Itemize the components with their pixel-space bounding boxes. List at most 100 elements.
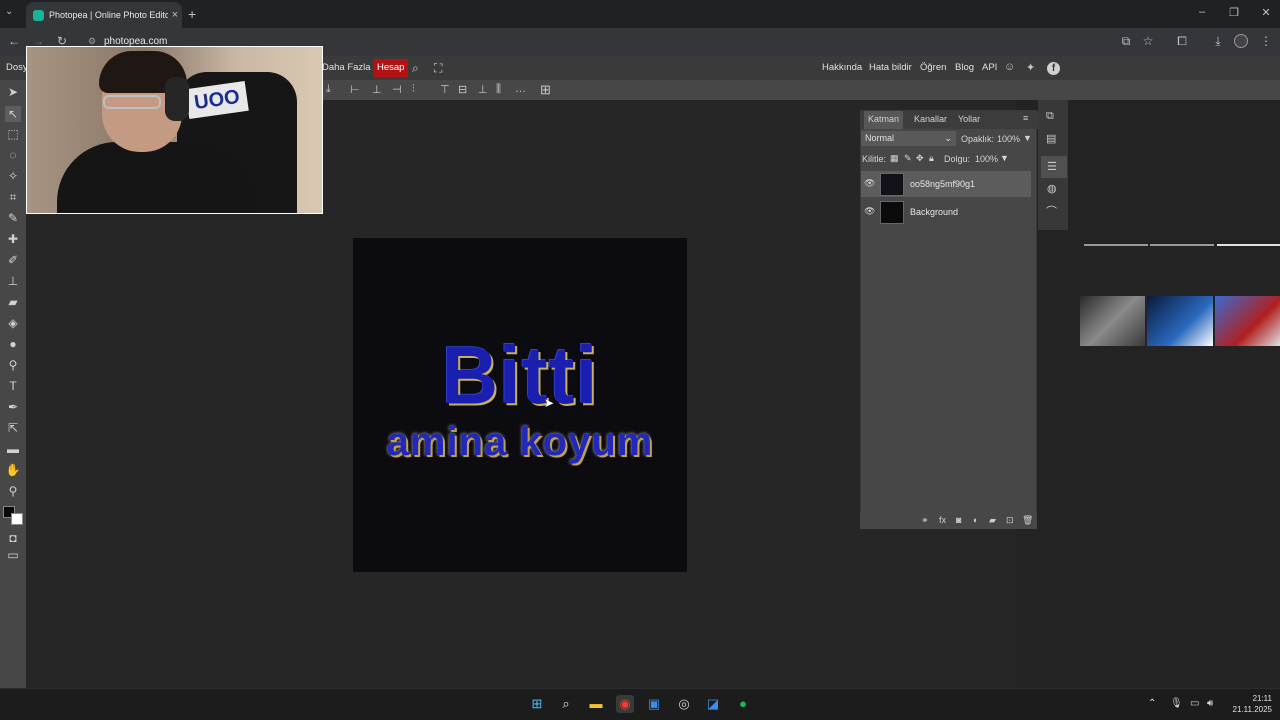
- ad-image[interactable]: [1214, 296, 1280, 346]
- profile-avatar[interactable]: [1234, 34, 1248, 48]
- paths-panel-icon[interactable]: ⌒: [1046, 203, 1057, 219]
- panel-menu-icon[interactable]: ≡: [1023, 113, 1028, 123]
- marquee-tool-icon[interactable]: ⬚: [5, 126, 21, 142]
- bookmark-star-icon[interactable]: ☆: [1140, 34, 1156, 48]
- search-icon[interactable]: ⌕: [412, 61, 419, 76]
- move-tool-icon[interactable]: ➤: [5, 84, 21, 100]
- minimize-icon[interactable]: –: [1194, 6, 1210, 18]
- file-explorer-icon[interactable]: ▬: [587, 695, 605, 713]
- slider-track[interactable]: [1084, 244, 1148, 246]
- delete-layer-icon[interactable]: 🗑︎: [1022, 515, 1033, 526]
- distribute-icon[interactable]: ⫶: [412, 83, 415, 96]
- lock-all-icon[interactable]: 🔒︎: [929, 153, 934, 164]
- fill-value[interactable]: 100%: [975, 154, 998, 164]
- lock-position-icon[interactable]: ✥: [916, 153, 924, 164]
- type-tool-icon[interactable]: T: [5, 378, 21, 394]
- new-tab-button[interactable]: +: [188, 6, 196, 22]
- ad-banner[interactable]: [1080, 296, 1280, 346]
- tray-chevron-icon[interactable]: ⌃: [1148, 698, 1156, 709]
- menu-file[interactable]: Dosy: [6, 62, 28, 73]
- start-icon[interactable]: ⊞: [528, 695, 546, 713]
- browser-tab[interactable]: Photopea | Online Photo Editor ×: [26, 2, 182, 28]
- back-icon[interactable]: ←: [6, 34, 22, 48]
- menu-blog[interactable]: Blog: [955, 62, 974, 73]
- layer-row[interactable]: 👁︎ Background: [861, 199, 1031, 225]
- facebook-icon[interactable]: f: [1047, 62, 1060, 75]
- adjustment-layer-icon[interactable]: ◐: [973, 515, 978, 525]
- visibility-eye-icon[interactable]: 👁︎: [864, 206, 875, 217]
- align-center-icon[interactable]: ⊥: [372, 83, 382, 96]
- eraser-tool-icon[interactable]: ▰: [5, 294, 21, 310]
- dodge-tool-icon[interactable]: ⚲: [5, 357, 21, 373]
- restore-icon[interactable]: ❐: [1226, 6, 1242, 19]
- opacity-value[interactable]: 100%: [997, 134, 1020, 144]
- layer-row[interactable]: 👁︎ oo58ng5mf90g1: [861, 171, 1031, 197]
- shape-tool-icon[interactable]: ▬: [5, 441, 21, 457]
- blur-tool-icon[interactable]: ●: [5, 336, 21, 352]
- lock-transparency-icon[interactable]: ▦: [890, 153, 899, 164]
- menu-report-bug[interactable]: Hata bildir: [869, 62, 912, 73]
- zoom-tool-icon[interactable]: ⚲: [5, 483, 21, 499]
- download-icon[interactable]: ⤓: [1210, 34, 1226, 49]
- microphone-icon[interactable]: 🎙︎: [1170, 698, 1183, 709]
- eyedropper-icon[interactable]: ✎: [5, 210, 21, 226]
- install-app-icon[interactable]: ⧉: [1118, 34, 1134, 49]
- link-layers-icon[interactable]: ⚭: [921, 515, 929, 526]
- quick-mask-icon[interactable]: ◘: [5, 530, 21, 546]
- select-tool-icon[interactable]: ↖: [5, 106, 21, 122]
- lock-pixels-icon[interactable]: ✎: [904, 153, 912, 164]
- search-icon[interactable]: ⌕: [557, 695, 575, 713]
- close-tab-icon[interactable]: ×: [168, 9, 182, 21]
- more-options-icon[interactable]: …: [515, 83, 526, 95]
- history-panel-icon[interactable]: ⧉: [1046, 110, 1054, 123]
- menu-api[interactable]: API: [982, 62, 997, 73]
- menu-about[interactable]: Hakkında: [822, 62, 862, 73]
- document-image[interactable]: Bitti amina koyum: [353, 238, 687, 572]
- new-layer-icon[interactable]: ⊡: [1006, 515, 1014, 526]
- spotify-icon[interactable]: ●: [734, 695, 752, 713]
- screen-mode-icon[interactable]: ▭: [5, 547, 21, 563]
- blend-mode-select[interactable]: Normal ⌄: [861, 131, 956, 146]
- account-button[interactable]: Hesap: [373, 59, 409, 77]
- healing-brush-icon[interactable]: ✚: [5, 231, 21, 247]
- grid-icon[interactable]: ⊞: [540, 82, 551, 98]
- align-right-icon[interactable]: ⊣: [392, 83, 402, 96]
- slider-track[interactable]: [1150, 244, 1214, 246]
- hand-tool-icon[interactable]: ✋: [5, 462, 21, 478]
- twitter-icon[interactable]: ✦: [1026, 61, 1035, 74]
- brush-tool-icon[interactable]: ✐: [5, 252, 21, 268]
- align-bottom-icon[interactable]: ⊥: [478, 83, 488, 96]
- ad-image[interactable]: [1147, 296, 1213, 346]
- align-top-icon[interactable]: ⊤: [440, 83, 450, 96]
- background-color-swatch[interactable]: [11, 513, 23, 525]
- extensions-icon[interactable]: ⧠: [1174, 34, 1190, 49]
- new-group-icon[interactable]: ▰: [989, 515, 996, 526]
- close-window-icon[interactable]: ✕: [1258, 6, 1274, 19]
- lasso-tool-icon[interactable]: ◌: [5, 147, 21, 163]
- path-select-icon[interactable]: ⇱: [5, 420, 21, 436]
- opacity-dropdown-icon[interactable]: ▼: [1023, 133, 1032, 143]
- slider-track-active[interactable]: [1217, 244, 1280, 246]
- tab-search-icon[interactable]: ⌄: [5, 6, 13, 17]
- tab-paths[interactable]: Yollar: [958, 114, 980, 124]
- ad-image[interactable]: [1080, 296, 1146, 346]
- paint-bucket-icon[interactable]: ◈: [5, 315, 21, 331]
- menu-learn[interactable]: Öğren: [920, 62, 946, 73]
- obs-icon[interactable]: ◎: [675, 695, 693, 713]
- align-left-icon[interactable]: ⊢: [350, 83, 360, 96]
- photos-icon[interactable]: ▣: [645, 695, 663, 713]
- magic-wand-icon[interactable]: ✧: [5, 168, 21, 184]
- layer-style-icon[interactable]: fx: [939, 515, 946, 525]
- more-menu-icon[interactable]: ⋮: [1258, 34, 1274, 48]
- reddit-icon[interactable]: ☺: [1004, 61, 1015, 73]
- distribute-spacing-icon[interactable]: ⫼: [496, 83, 501, 96]
- chrome-icon[interactable]: ◉: [616, 695, 634, 713]
- volume-icon[interactable]: 🔊︎: [1207, 698, 1213, 709]
- fullscreen-icon[interactable]: ⛶: [434, 61, 442, 76]
- tab-channels[interactable]: Kanallar: [914, 114, 947, 124]
- fill-dropdown-icon[interactable]: ▼: [1000, 153, 1009, 163]
- stamp-tool-icon[interactable]: ⊥: [5, 273, 21, 289]
- layer-mask-icon[interactable]: ◙: [956, 515, 961, 525]
- align-middle-icon[interactable]: ⊟: [458, 83, 467, 96]
- crop-tool-icon[interactable]: ⌗: [5, 189, 21, 205]
